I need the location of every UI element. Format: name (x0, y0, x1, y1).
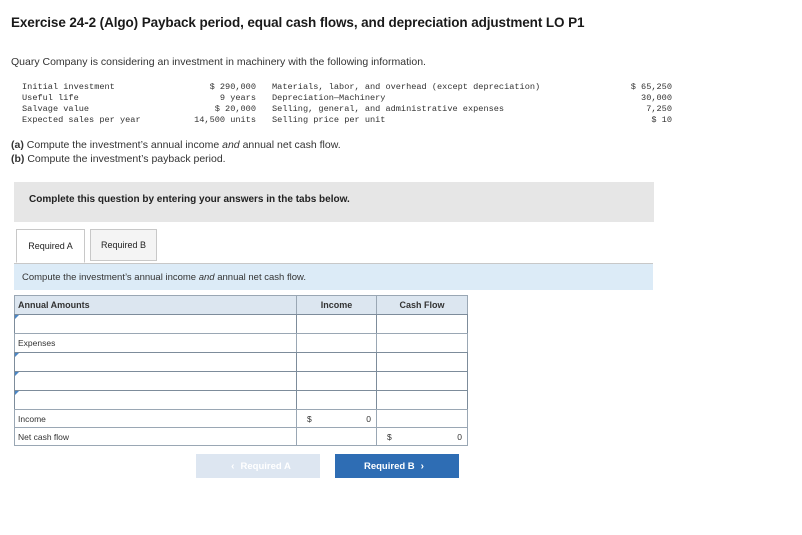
net-cash-flow-label: Net cash flow (14, 427, 297, 446)
info-value: $ 290,000 (209, 82, 256, 92)
income-input[interactable] (296, 314, 377, 334)
expense-label-input[interactable] (14, 352, 297, 372)
instruction-text: Complete this question by entering your … (29, 194, 350, 205)
question-a-text-end: annual net cash flow. (242, 139, 341, 151)
income-total-cell: $ 0 (296, 409, 377, 428)
prompt-emphasis: and (198, 272, 215, 283)
info-value: 9 years (219, 93, 256, 103)
previous-button[interactable]: ‹ Required A (196, 454, 320, 478)
next-button-label: Required B (363, 460, 415, 472)
header-income: Income (296, 295, 377, 315)
info-row: Expected sales per year 14,500 units Sel… (22, 115, 672, 126)
info-value: 7,250 (646, 104, 672, 114)
cash-flow-input[interactable] (376, 314, 468, 334)
dropdown-marker-icon (15, 315, 19, 319)
expenses-label: Expenses (14, 333, 297, 353)
table-row (14, 314, 468, 334)
info-table: Initial investment $ 290,000 Materials, … (22, 82, 672, 126)
chevron-left-icon: ‹ (231, 460, 235, 472)
info-value: $ 65,250 (630, 82, 672, 92)
prompt-text-start: Compute the investment’s annual income (22, 272, 197, 283)
prompt-bar: Compute the investment’s annual income a… (14, 263, 653, 290)
expense-income-input[interactable] (296, 352, 377, 372)
info-label: Selling, general, and administrative exp… (272, 104, 505, 114)
income-total-value: 0 (366, 414, 371, 424)
dropdown-marker-icon (15, 372, 19, 376)
info-value: 14,500 units (194, 115, 256, 125)
question-b: (b) Compute the investment’s payback per… (11, 153, 226, 165)
expense-income-input[interactable] (296, 371, 377, 391)
tab-required-b[interactable]: Required B (90, 229, 157, 261)
expense-cash-input[interactable] (376, 371, 468, 391)
info-label: Depreciation—Machinery (272, 93, 386, 103)
header-annual-amounts: Annual Amounts (14, 295, 297, 315)
tab-required-a[interactable]: Required A (16, 229, 85, 263)
chevron-right-icon: › (420, 460, 425, 472)
info-label: Salvage value (22, 104, 90, 114)
header-cash-flow: Cash Flow (376, 295, 468, 315)
info-label: Expected sales per year (22, 115, 141, 125)
table-row: Expenses (14, 333, 468, 353)
prompt-text-end: annual net cash flow. (217, 272, 306, 283)
previous-button-label: Required A (240, 460, 291, 472)
expense-cash-input[interactable] (376, 352, 468, 372)
info-row: Initial investment $ 290,000 Materials, … (22, 82, 672, 93)
net-cash-income-cell (296, 427, 377, 446)
instruction-box: Complete this question by entering your … (14, 182, 654, 222)
net-cash-flow-cell: $ 0 (376, 427, 468, 446)
currency-symbol: $ (307, 414, 312, 424)
table-row (14, 371, 468, 391)
info-row: Useful life 9 years Depreciation—Machine… (22, 93, 672, 104)
tab-label: Required B (100, 240, 147, 250)
question-b-tag: (b) (11, 153, 25, 165)
expenses-cash-cell (376, 333, 468, 353)
expenses-income-cell (296, 333, 377, 353)
table-row (14, 352, 468, 372)
info-label: Initial investment (22, 82, 115, 92)
question-a-text: Compute the investment’s annual income (26, 139, 220, 151)
info-value: 30,000 (641, 93, 672, 103)
net-cash-flow-value: 0 (457, 432, 462, 442)
currency-symbol: $ (387, 432, 392, 442)
dropdown-marker-icon (15, 391, 19, 395)
tab-label: Required A (28, 241, 73, 251)
table-row: Income $ 0 (14, 409, 468, 428)
income-cash-cell (376, 409, 468, 428)
question-b-text: Compute the investment’s payback period. (27, 153, 226, 165)
row-label-input[interactable] (14, 314, 297, 334)
table-row (14, 390, 468, 410)
expense-cash-input[interactable] (376, 390, 468, 410)
intro-text: Quary Company is considering an investme… (11, 56, 426, 68)
page-title: Exercise 24-2 (Algo) Payback period, equ… (11, 15, 585, 30)
question-a-emphasis: and (222, 139, 240, 151)
info-value: $ 10 (651, 115, 672, 125)
question-a: (a) Compute the investment’s annual inco… (11, 139, 341, 151)
expense-label-input[interactable] (14, 390, 297, 410)
info-value: $ 20,000 (214, 104, 256, 114)
question-a-tag: (a) (11, 139, 24, 151)
info-label: Useful life (22, 93, 79, 103)
income-label: Income (14, 409, 297, 428)
table-row: Net cash flow $ 0 (14, 427, 468, 446)
next-button[interactable]: Required B › (335, 454, 459, 478)
table-header-row: Annual Amounts Income Cash Flow (14, 295, 468, 315)
prompt-text: Compute the investment’s annual income a… (22, 272, 306, 283)
info-row: Salvage value $ 20,000 Selling, general,… (22, 104, 672, 115)
expense-label-input[interactable] (14, 371, 297, 391)
info-label: Selling price per unit (272, 115, 386, 125)
info-label: Materials, labor, and overhead (except d… (272, 82, 541, 92)
dropdown-marker-icon (15, 353, 19, 357)
expense-income-input[interactable] (296, 390, 377, 410)
